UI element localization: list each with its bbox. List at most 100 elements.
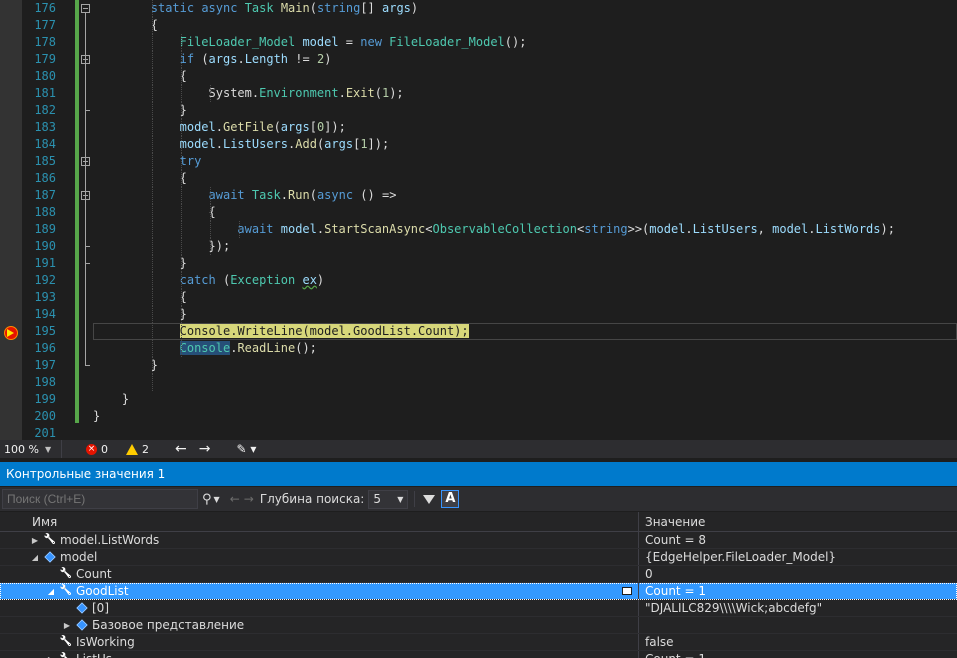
code-line[interactable]: { bbox=[93, 204, 957, 221]
code-line[interactable]: } bbox=[93, 306, 957, 323]
code-line[interactable]: } bbox=[93, 255, 957, 272]
line-number: 195 bbox=[34, 324, 56, 338]
watch-row-name: GoodList bbox=[76, 583, 129, 598]
code-line[interactable]: } bbox=[93, 391, 957, 408]
error-count[interactable]: × 0 bbox=[82, 440, 112, 458]
glyph-margin[interactable] bbox=[0, 0, 22, 440]
search-depth-select[interactable]: 5 ▼ bbox=[368, 489, 409, 509]
code-line[interactable]: catch (Exception ex) bbox=[93, 272, 957, 289]
code-line[interactable]: { bbox=[93, 68, 957, 85]
watch-row[interactable]: ▶🔧ListUs…Count = 1 bbox=[0, 651, 957, 658]
column-header-name[interactable]: Имя bbox=[0, 512, 639, 531]
object-cube-icon bbox=[76, 602, 88, 614]
code-line[interactable]: { bbox=[93, 17, 957, 34]
code-line[interactable]: }); bbox=[93, 238, 957, 255]
watch-row[interactable]: 🔧 IsWorking false bbox=[0, 634, 957, 651]
code-token: try bbox=[179, 154, 202, 168]
navigate-back-icon[interactable]: ← bbox=[171, 440, 191, 458]
code-token: static bbox=[150, 1, 202, 15]
watch-row[interactable]: ▶ 🔧 model.ListWords Count = 8 bbox=[0, 532, 957, 549]
expand-toggle-icon[interactable]: ◢ bbox=[30, 549, 40, 565]
expand-toggle-icon[interactable]: ▶ bbox=[62, 617, 72, 633]
watch-row-value[interactable]: Count = 8 bbox=[639, 532, 957, 548]
indent-guide bbox=[151, 374, 153, 391]
zoom-level[interactable]: 100 % ▼ bbox=[0, 440, 62, 458]
code-token: ex bbox=[302, 273, 317, 287]
watch-row-name-cell[interactable]: [0] bbox=[0, 600, 639, 616]
code-line[interactable]: { bbox=[93, 289, 957, 306]
code-token: ); bbox=[389, 86, 404, 100]
text-view-toggle-icon[interactable]: A bbox=[441, 490, 460, 508]
watch-row-name-cell[interactable]: 🔧 IsWorking bbox=[0, 634, 639, 650]
search-previous-icon[interactable]: ← bbox=[230, 492, 240, 506]
watch-row-value[interactable]: {EdgeHelper.FileLoader_Model} bbox=[639, 549, 957, 565]
current-code-line[interactable]: Console.WriteLine(model.GoodList.Count); bbox=[93, 323, 957, 340]
code-line[interactable]: } bbox=[93, 408, 957, 425]
code-token: WriteLine(model.GoodList.Count); bbox=[237, 324, 469, 338]
expand-toggle-icon[interactable]: ◢ bbox=[46, 583, 56, 599]
line-number: 185 bbox=[34, 154, 56, 168]
collapse-toggle-icon[interactable] bbox=[81, 4, 90, 13]
watch-row-name-cell[interactable]: 🔧 Count bbox=[0, 566, 639, 582]
code-line[interactable]: await Task.Run(async () => bbox=[93, 187, 957, 204]
code-line[interactable] bbox=[93, 374, 957, 391]
code-token: . bbox=[237, 52, 245, 66]
watch-row-value[interactable] bbox=[639, 617, 957, 633]
watch-row-value[interactable]: false bbox=[639, 634, 957, 650]
code-line[interactable]: if (args.Length != 2) bbox=[93, 51, 957, 68]
code-line[interactable]: try bbox=[93, 153, 957, 170]
indent-guide bbox=[151, 255, 153, 272]
code-token: . bbox=[215, 137, 223, 151]
code-text[interactable]: static async Task Main(string[] args){Fi… bbox=[93, 0, 957, 440]
line-number: 184 bbox=[34, 137, 56, 151]
watch-row-name-cell[interactable]: ◢ model bbox=[0, 549, 639, 565]
code-editor[interactable]: 176 177 178 179 180 181 182 183 184 185 186 187 188 1… bbox=[0, 0, 957, 440]
code-token: GetFile bbox=[222, 120, 274, 134]
watch-row-value[interactable]: Count = 1 bbox=[639, 651, 957, 658]
code-token: (); bbox=[295, 341, 317, 355]
search-options-chevron-icon[interactable]: ▼ bbox=[214, 495, 220, 504]
navigate-forward-icon[interactable]: → bbox=[195, 440, 215, 458]
watch-row-name-cell[interactable]: ▶🔧ListUs… bbox=[0, 651, 639, 658]
watch-row-name-cell[interactable]: ▶ Базовое представление bbox=[0, 617, 639, 633]
watch-window-title[interactable]: Контрольные значения 1 bbox=[0, 462, 957, 486]
pin-icon[interactable] bbox=[622, 587, 632, 595]
watch-row[interactable]: [0] "DJALILC829\\\\Wick;abcdefg" bbox=[0, 600, 957, 617]
code-line[interactable]: await model. StartScanAsync<ObservableCol… bbox=[93, 221, 957, 238]
code-line[interactable]: } bbox=[93, 102, 957, 119]
search-input[interactable] bbox=[2, 489, 198, 509]
warning-count[interactable]: 2 bbox=[122, 440, 153, 458]
watch-row-name-cell[interactable]: ◢ 🔧 GoodList bbox=[0, 583, 639, 599]
search-icon[interactable]: ⚲ bbox=[202, 492, 212, 507]
indent-guide bbox=[151, 289, 153, 306]
watch-row-value[interactable]: 0 bbox=[639, 566, 957, 582]
code-line[interactable]: model.GetFile(args[0]); bbox=[93, 119, 957, 136]
watch-row[interactable]: ◢ model {EdgeHelper.FileLoader_Model} bbox=[0, 549, 957, 566]
object-cube-icon bbox=[44, 551, 56, 563]
watch-row-value[interactable]: "DJALILC829\\\\Wick;abcdefg" bbox=[639, 600, 957, 616]
line-numbers: 176 177 178 179 180 181 182 183 184 185 186 187 188 1… bbox=[22, 0, 60, 440]
code-line[interactable]: } bbox=[93, 357, 957, 374]
expand-toggle-icon[interactable]: ▶ bbox=[30, 532, 40, 548]
code-line[interactable]: FileLoader_Model model = new FileLoader_… bbox=[93, 34, 957, 51]
code-line[interactable]: System.Environment.Exit(1); bbox=[93, 85, 957, 102]
filter-icon[interactable] bbox=[423, 494, 436, 504]
code-line[interactable]: static async Task Main(string[] args) bbox=[93, 0, 957, 17]
code-token: Exit bbox=[345, 86, 375, 100]
watch-row-value[interactable]: Count = 1 bbox=[639, 583, 957, 599]
code-line[interactable]: Console.ReadLine(); bbox=[93, 340, 957, 357]
watch-row-name-cell[interactable]: ▶ 🔧 model.ListWords bbox=[0, 532, 639, 548]
search-next-icon[interactable]: → bbox=[244, 492, 254, 506]
line-number: 177 bbox=[34, 18, 56, 32]
watch-row[interactable]: ▶ Базовое представление bbox=[0, 617, 957, 634]
indent-guide bbox=[180, 323, 182, 340]
column-header-value[interactable]: Значение bbox=[639, 512, 957, 531]
code-cleanup-icon[interactable]: ✎ ▾ bbox=[232, 440, 260, 458]
code-line[interactable]: model.ListUsers.Add(args[1]); bbox=[93, 136, 957, 153]
expand-toggle-icon[interactable]: ▶ bbox=[46, 651, 56, 658]
watch-row[interactable]: 🔧 Count 0 bbox=[0, 566, 957, 583]
breakpoint-current-statement-icon[interactable] bbox=[4, 326, 18, 340]
code-line[interactable] bbox=[93, 425, 957, 440]
code-line[interactable]: { bbox=[93, 170, 957, 187]
watch-row[interactable]: ◢ 🔧 GoodList Count = 1 bbox=[0, 583, 957, 600]
